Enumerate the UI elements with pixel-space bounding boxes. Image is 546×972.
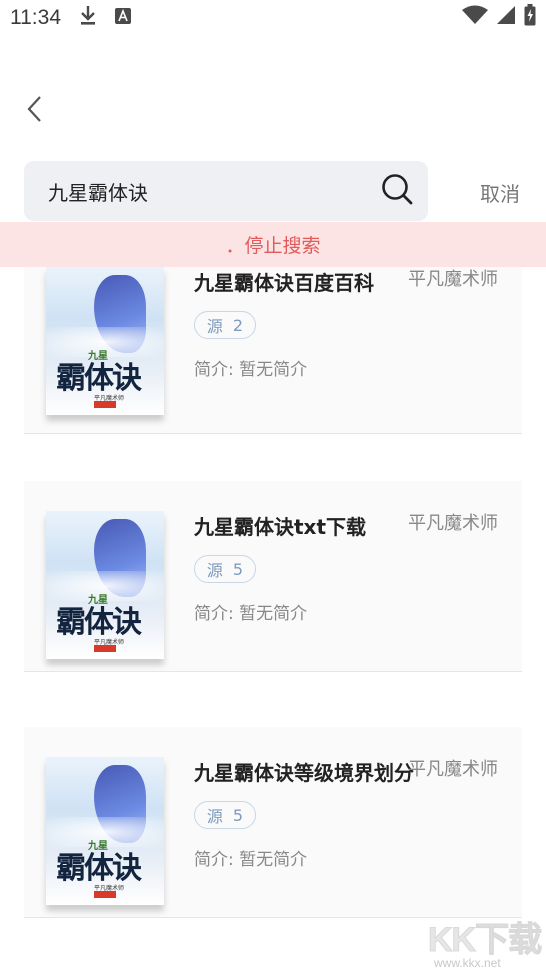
cover-badge [94, 645, 116, 652]
cancel-button[interactable]: 取消 [480, 178, 520, 207]
book-intro: 简介: 暂无简介 [194, 850, 308, 870]
status-time: 11:34 [10, 6, 61, 29]
watermark: KK下载 www.kkx.net [424, 912, 546, 972]
list-item[interactable]: 九星 霸体诀 平凡魔术师 九星霸体诀txt下载 平凡魔术师 源 5 简介: 暂无… [24, 481, 522, 672]
source-tag[interactable]: 源 5 [194, 555, 256, 583]
cover-badge [94, 401, 116, 408]
watermark-url: www.kkx.net [434, 956, 501, 970]
search-field[interactable]: 九星霸体诀 [24, 161, 428, 221]
book-intro: 简介: 暂无简介 [194, 360, 308, 380]
list-item[interactable]: 九星 霸体诀 平凡魔术师 九星霸体诀等级境界划分 平凡魔术师 源 5 简介: 暂… [24, 727, 522, 918]
a-icon [115, 6, 131, 30]
back-button[interactable] [20, 94, 48, 128]
stop-search-label: ．停止搜索 [225, 235, 321, 257]
search-input[interactable]: 九星霸体诀 [48, 177, 380, 206]
cover-title: 霸体诀 [56, 361, 142, 396]
book-intro: 简介: 暂无简介 [194, 604, 308, 624]
book-title: 九星霸体诀等级境界划分 [194, 761, 414, 785]
book-title: 九星霸体诀txt下载 [194, 515, 367, 539]
book-cover: 九星 霸体诀 平凡魔术师 [46, 757, 164, 905]
book-author: 平凡魔术师 [408, 759, 498, 780]
watermark-logo: KK下载 [427, 921, 542, 960]
source-tag[interactable]: 源 5 [194, 801, 256, 829]
cover-title: 霸体诀 [56, 851, 142, 886]
status-bar: 11:34 [0, 0, 546, 36]
stop-search-banner[interactable]: ．停止搜索 [0, 222, 546, 267]
book-cover: 九星 霸体诀 平凡魔术师 [46, 511, 164, 659]
chevron-left-icon [26, 95, 42, 127]
source-tag[interactable]: 源 2 [194, 311, 256, 339]
download-icon [79, 4, 97, 32]
list-item[interactable]: 九星 霸体诀 平凡魔术师 九星霸体诀百度百科 平凡魔术师 源 2 简介: 暂无简… [24, 243, 522, 434]
cover-title: 霸体诀 [56, 605, 142, 640]
book-author: 平凡魔术师 [408, 513, 498, 534]
battery-icon [524, 4, 536, 32]
signal-icon [496, 5, 516, 31]
cover-badge [94, 891, 116, 898]
search-icon[interactable] [380, 172, 414, 210]
book-cover: 九星 霸体诀 平凡魔术师 [46, 267, 164, 415]
book-author: 平凡魔术师 [408, 269, 498, 290]
wifi-icon [462, 5, 488, 31]
book-title: 九星霸体诀百度百科 [194, 271, 374, 295]
